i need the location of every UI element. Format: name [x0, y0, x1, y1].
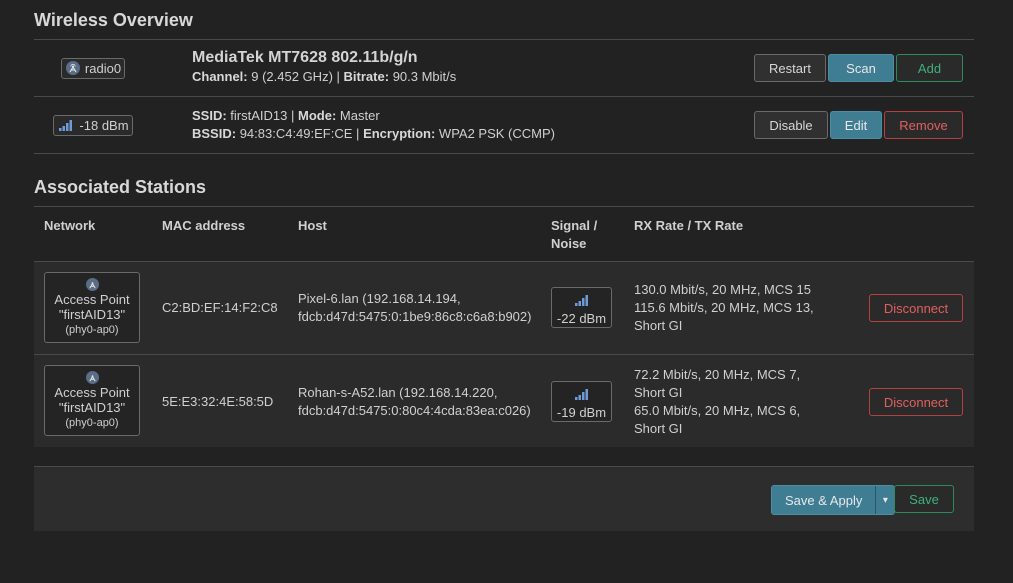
scan-button[interactable]: Scan	[828, 54, 894, 82]
column-network: Network	[44, 218, 96, 233]
station-rates: 130.0 Mbit/s, 20 MHz, MCS 15 115.6 Mbit/…	[634, 282, 814, 333]
wireless-overview-heading: Wireless Overview	[34, 10, 193, 30]
add-button[interactable]: Add	[896, 54, 963, 82]
column-signal: Signal / Noise	[551, 218, 598, 251]
wifi-radio-icon	[65, 61, 80, 75]
station-signal-badge: -22 dBm	[551, 287, 612, 328]
wifi-radio-icon	[85, 371, 99, 384]
associated-stations-table: Network MAC address Host Signal / Noise …	[34, 206, 974, 447]
radio-details: Channel: 9 (2.452 GHz) | Bitrate: 90.3 M…	[192, 69, 457, 84]
save-apply-split-button: Save & Apply ▾	[771, 485, 896, 515]
signal-strength-icon	[59, 120, 73, 131]
station-mac: C2:BD:EF:14:F2:C8	[162, 300, 278, 315]
access-point-badge: Access Point "firstAID13" (phy0-ap0)	[44, 365, 140, 436]
network-ssid-line: SSID: firstAID13 | Mode: Master	[192, 108, 380, 123]
wifi-radio-icon	[85, 278, 99, 291]
disconnect-button[interactable]: Disconnect	[869, 388, 963, 416]
station-mac: 5E:E3:32:4E:58:5D	[162, 394, 274, 409]
column-rate: RX Rate / TX Rate	[634, 218, 744, 233]
remove-button[interactable]: Remove	[884, 111, 963, 139]
table-row: Access Point "firstAID13" (phy0-ap0) C2:…	[34, 262, 974, 354]
radio-name: radio0	[84, 60, 122, 76]
save-button[interactable]: Save	[894, 485, 954, 513]
network-signal-value: -18 dBm	[79, 117, 129, 133]
radio-device-row: radio0 MediaTek MT7628 802.11b/g/n Chann…	[34, 40, 974, 97]
wireless-overview-table: radio0 MediaTek MT7628 802.11b/g/n Chann…	[34, 39, 974, 154]
radio-info: MediaTek MT7628 802.11b/g/n Channel: 9 (…	[192, 49, 456, 86]
access-point-badge: Access Point "firstAID13" (phy0-ap0)	[44, 272, 140, 343]
restart-button[interactable]: Restart	[754, 54, 826, 82]
table-header: Network MAC address Host Signal / Noise …	[34, 207, 974, 262]
disable-button[interactable]: Disable	[754, 111, 828, 139]
station-host: Rohan-s-A52.lan (192.168.14.220, fdcb:d4…	[298, 385, 531, 418]
disconnect-button[interactable]: Disconnect	[869, 294, 963, 322]
column-host: Host	[298, 218, 327, 233]
table-row: Access Point "firstAID13" (phy0-ap0) 5E:…	[34, 354, 974, 447]
associated-stations-heading: Associated Stations	[34, 177, 207, 197]
column-mac: MAC address	[162, 218, 246, 233]
network-bssid-line: BSSID: 94:83:C4:49:EF:CE | Encryption: W…	[192, 126, 555, 141]
radio-badge: radio0	[60, 57, 126, 79]
save-apply-dropdown-icon[interactable]: ▾	[875, 486, 895, 514]
page-actions-footer: Save & Apply ▾ Save	[34, 466, 974, 531]
wireless-network-row: -18 dBm SSID: firstAID13 | Mode: Master …	[34, 97, 974, 154]
signal-strength-icon	[574, 389, 588, 400]
station-host: Pixel-6.lan (192.168.14.194, fdcb:d47d:5…	[298, 291, 532, 324]
station-rates: 72.2 Mbit/s, 20 MHz, MCS 7, Short GI 65.…	[634, 367, 801, 436]
signal-badge: -18 dBm	[53, 114, 133, 136]
network-info: SSID: firstAID13 | Mode: Master BSSID: 9…	[192, 107, 555, 143]
signal-strength-icon	[574, 295, 588, 306]
station-signal-badge: -19 dBm	[551, 381, 612, 422]
save-apply-button[interactable]: Save & Apply	[772, 486, 876, 514]
radio-title: MediaTek MT7628 802.11b/g/n	[192, 49, 418, 66]
edit-button[interactable]: Edit	[830, 111, 882, 139]
